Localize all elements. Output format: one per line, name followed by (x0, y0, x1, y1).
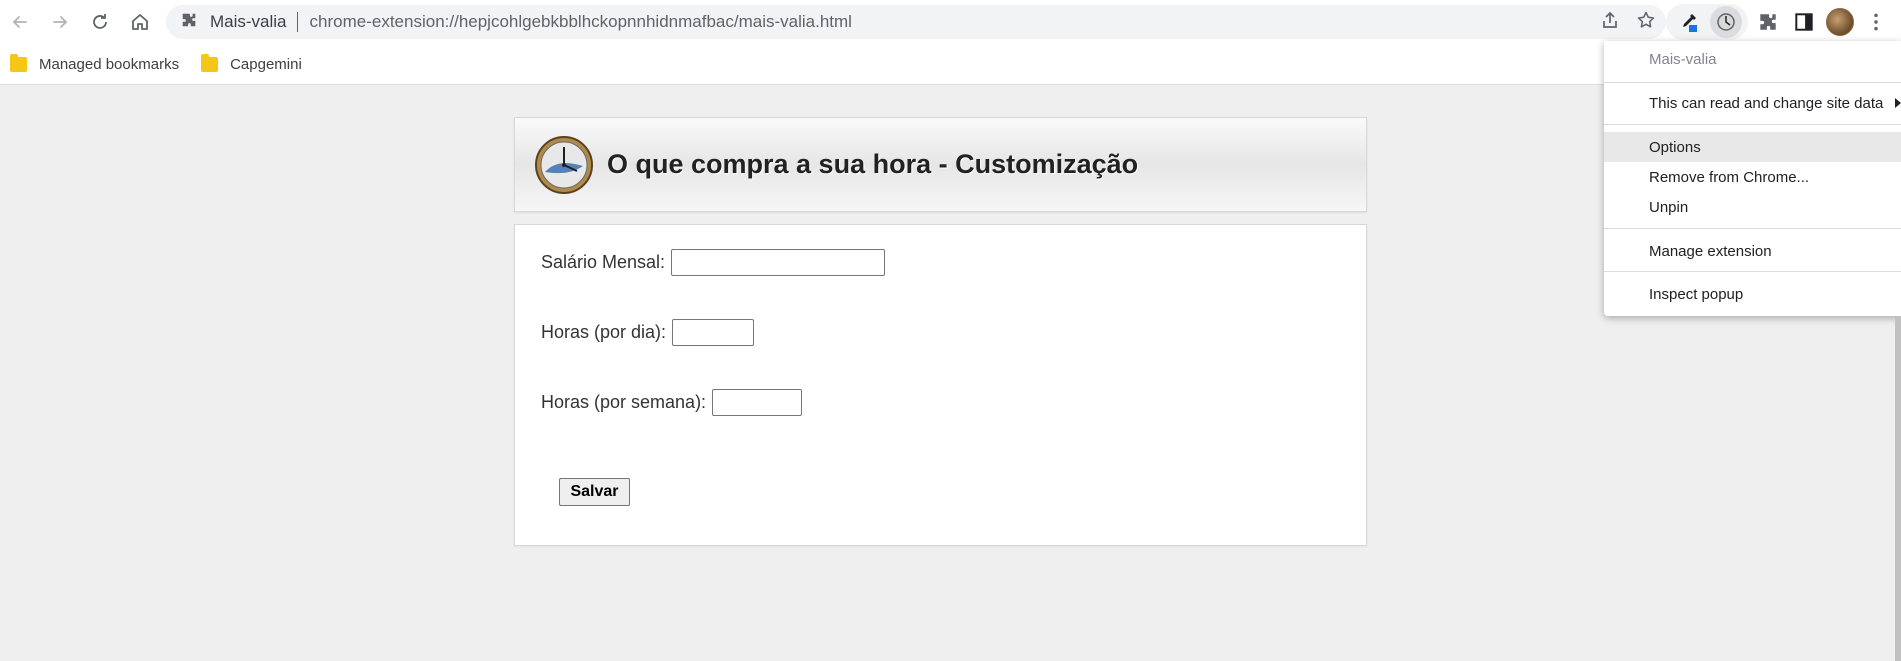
folder-icon (201, 53, 219, 72)
folder-icon (10, 53, 27, 72)
home-icon (132, 14, 148, 30)
bookmark-managed[interactable]: Managed bookmarks (10, 53, 180, 73)
clock-icon (1717, 13, 1735, 31)
menu-header: Mais-valia (1649, 50, 1717, 68)
save-button[interactable]: Salvar (559, 478, 630, 506)
eyedropper-icon (1683, 14, 1697, 32)
avatar (1826, 8, 1854, 36)
reload-button[interactable] (80, 2, 120, 42)
hours-week-label: Horas (por semana): (541, 392, 707, 412)
menu-divider (1604, 124, 1901, 125)
arrow-right-icon (53, 16, 68, 28)
menu-item-label: This can read and change site data (1649, 94, 1884, 112)
salary-input[interactable] (671, 249, 886, 276)
back-button[interactable] (0, 2, 40, 42)
address-bar[interactable]: Mais-valia chrome-extension://hepjcohlge… (166, 5, 1666, 39)
settings-form: Salário Mensal: Horas (por dia): Horas (… (514, 224, 1367, 546)
side-panel-button[interactable] (1788, 6, 1820, 38)
hours-day-row: Horas (por dia): (541, 319, 755, 346)
pinned-extensions (1666, 4, 1748, 40)
menu-divider (1604, 82, 1901, 83)
salary-label: Salário Mensal: (541, 252, 666, 272)
eyedropper-extension-button[interactable] (1672, 6, 1704, 38)
menu-divider (1604, 271, 1901, 272)
puzzle-icon (1760, 14, 1776, 30)
page-title: O que compra a sua hora - Customização (607, 149, 1139, 179)
salary-row: Salário Mensal: (541, 249, 886, 276)
side-panel-icon (1795, 13, 1813, 31)
hours-week-input[interactable] (712, 389, 803, 416)
browser-toolbar: Mais-valia chrome-extension://hepjcohlge… (0, 0, 1901, 44)
page-header: O que compra a sua hora - Customização (514, 117, 1367, 212)
kebab-menu-icon (1874, 13, 1878, 31)
menu-item-manage[interactable]: Manage extension (1604, 236, 1901, 266)
forward-button[interactable] (40, 2, 80, 42)
reload-icon (93, 14, 107, 29)
address-separator (296, 12, 298, 32)
hours-day-input[interactable] (672, 319, 755, 346)
menu-item-options[interactable]: Options (1604, 132, 1901, 162)
bookmark-label: Capgemini (230, 55, 302, 73)
bookmark-capgemini[interactable]: Capgemini (201, 53, 302, 73)
mais-valia-extension-button[interactable] (1710, 6, 1742, 38)
url-text[interactable]: chrome-extension://hepjcohlgebkbblhckopn… (310, 12, 852, 32)
profile-button[interactable] (1824, 6, 1856, 38)
share-icon[interactable] (1600, 10, 1620, 35)
home-button[interactable] (120, 2, 160, 42)
site-name: Mais-valia (210, 12, 287, 31)
menu-item-site-access[interactable]: This can read and change site data (1604, 88, 1901, 118)
hours-week-row: Horas (por semana): (541, 389, 803, 416)
menu-divider (1604, 228, 1901, 229)
menu-item-unpin[interactable]: Unpin (1604, 192, 1901, 222)
bookmark-star-icon[interactable] (1636, 10, 1656, 35)
bookmark-label: Managed bookmarks (39, 55, 180, 73)
hours-day-label: Horas (por dia): (541, 322, 667, 342)
menu-item-inspect[interactable]: Inspect popup (1604, 279, 1901, 309)
scrollbar[interactable] (1895, 316, 1901, 661)
extension-puzzle-icon (180, 11, 198, 34)
menu-item-remove[interactable]: Remove from Chrome... (1604, 162, 1901, 192)
clock-logo-icon (535, 135, 593, 194)
submenu-arrow-icon (1895, 98, 1901, 108)
menu-button[interactable] (1860, 6, 1892, 38)
arrow-left-icon (12, 16, 27, 28)
extension-context-menu: Mais-valia This can read and change site… (1604, 41, 1901, 316)
extensions-button[interactable] (1752, 6, 1784, 38)
